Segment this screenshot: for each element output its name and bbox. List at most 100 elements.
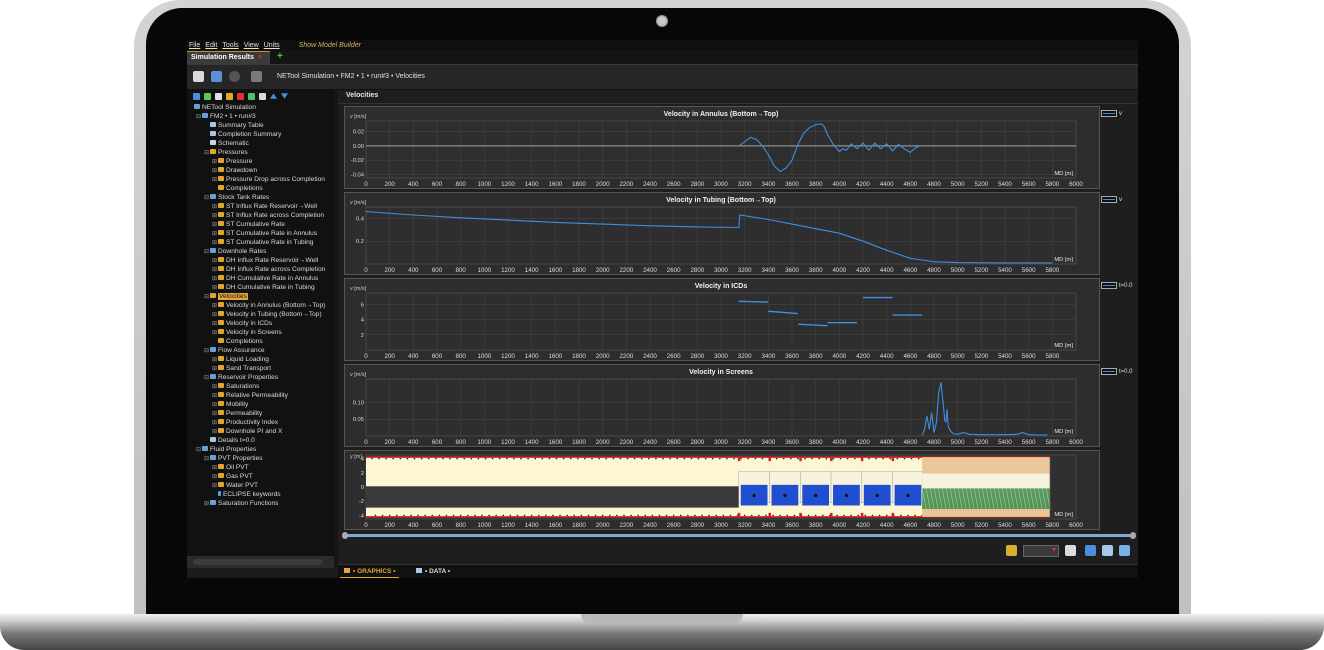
chart-screen-velocity[interactable]: Velocity in Screens v [m/s] 0 200 400 600 800 1…	[344, 364, 1100, 447]
close-icon[interactable]: ×	[258, 54, 262, 61]
tree-item[interactable]: ⊞ Velocity in Screens	[187, 328, 355, 337]
slider-end-handle[interactable]	[1130, 532, 1136, 539]
menu-file[interactable]: File	[189, 42, 200, 49]
tree-item[interactable]: NETool Simulation	[187, 103, 331, 112]
completion-schematic[interactable]: 0 200 400 600 800 1000 1200 1400 1600 1800 2000 220…	[344, 450, 1100, 530]
paste-icon[interactable]	[226, 92, 233, 100]
tree-item[interactable]: ⊞ Drawdown	[187, 166, 355, 175]
copy-icon[interactable]	[251, 71, 262, 82]
chart-mode-select[interactable]	[1023, 545, 1059, 557]
tree-item[interactable]: ⊞ Pressure Drop across Completion	[187, 175, 355, 184]
tree-item[interactable]: ⊞ Water PVT	[187, 481, 355, 490]
tree-item[interactable]: ⊞ Liquid Loading	[187, 355, 355, 364]
tree-item[interactable]: ⊞ Velocity in Annulus (Bottom→Top)	[187, 301, 355, 310]
camera-icon[interactable]	[1102, 545, 1113, 556]
x-tick-label: 3000	[714, 267, 728, 274]
import-icon[interactable]	[259, 92, 266, 100]
tree-item[interactable]: ⊞ DH Influx Rate Reservoir→Well	[187, 256, 355, 265]
x-tick-label: 5800	[1045, 522, 1059, 529]
tree-item[interactable]: ⊟ Flow Assurance	[187, 346, 347, 355]
tree-item[interactable]: ⊟ PVT Properties	[187, 454, 347, 463]
copy-chart-icon[interactable]	[1065, 545, 1076, 556]
tree-item[interactable]: Summary Table	[187, 121, 347, 130]
copy-icon[interactable]	[215, 92, 222, 100]
menu-edit[interactable]: Edit	[205, 42, 217, 49]
tree-item[interactable]: ⊞ ST Influx Rate across Completion	[187, 211, 355, 220]
tree-item[interactable]: Completion Summary	[187, 130, 347, 139]
tree-item[interactable]: ⊞ Productivity Index	[187, 418, 355, 427]
tree-item[interactable]: ⊟ Stock Tank Rates	[187, 193, 347, 202]
tab-graphics[interactable]: • GRAPHICS •	[340, 567, 400, 578]
tree-item[interactable]: Completions	[187, 184, 355, 193]
axis-range-icon[interactable]	[1006, 545, 1017, 556]
x-tick-label: 0	[364, 181, 368, 188]
tree-item[interactable]: ⊞ Permeability	[187, 409, 355, 418]
md-range-slider[interactable]	[342, 532, 1138, 539]
tree-item-label: ST Influx Rate across Completion	[226, 212, 325, 219]
print-icon[interactable]	[1119, 545, 1130, 556]
menu-view[interactable]: View	[244, 42, 259, 49]
tree-item[interactable]: ⊟ Reservoir Properties	[187, 373, 347, 382]
chart-tubing-velocity[interactable]: Velocity in Tubing (Bottom→Top) v [m/s] 0 2…	[344, 192, 1100, 275]
open-folder-icon[interactable]	[193, 71, 204, 82]
tree-item[interactable]: ⊞ Sand Transport	[187, 364, 355, 373]
tree-item[interactable]: ⊞ ST Cumulative Rate	[187, 220, 355, 229]
export-icon[interactable]	[248, 92, 255, 100]
tree-item[interactable]: ECLIPSE keywords	[187, 490, 355, 499]
tree-item[interactable]: Details t=0.0	[187, 436, 347, 445]
tree-item[interactable]: ⊟ Pressures	[187, 148, 347, 157]
tree-item[interactable]: ⊞ DH Cumulative Rate in Annulus	[187, 274, 355, 283]
move-up-icon[interactable]	[270, 93, 277, 99]
tree-item[interactable]: ⊞ ST Cumulative Rate in Tubing	[187, 238, 355, 247]
tree-item[interactable]: ⊞ Saturation Functions	[187, 499, 347, 508]
connect-icon[interactable]	[193, 92, 200, 100]
x-tick-label: 1400	[525, 353, 539, 360]
tree-item[interactable]: ⊞ Mobility	[187, 400, 355, 409]
tree-item[interactable]: ⊟ Downhole Rates	[187, 247, 347, 256]
tree-item[interactable]: ⊞ Velocity in ICDs	[187, 319, 355, 328]
add-tab-icon[interactable]: +	[277, 51, 283, 62]
chart-annulus-velocity[interactable]: Velocity in Annulus (Bottom→Top) v [m/s] 0…	[344, 106, 1100, 189]
save-icon[interactable]	[211, 71, 222, 82]
show-model-builder-link[interactable]: Show Model Builder	[299, 42, 361, 49]
x-tick-label: 5400	[998, 181, 1012, 188]
tree-item-label: Schematic	[218, 140, 249, 147]
chart-tools	[998, 542, 1138, 560]
tree-item[interactable]: ⊞ Velocity in Tubing (Bottom→Top)	[187, 310, 355, 319]
cut-icon[interactable]	[204, 92, 211, 100]
tab-data[interactable]: • DATA •	[412, 567, 454, 577]
slider-start-handle[interactable]	[342, 532, 348, 539]
tree-item[interactable]: ⊞ Pressure	[187, 157, 355, 166]
x-tick-label: 2000	[596, 522, 610, 529]
menu-tools[interactable]: Tools	[222, 42, 238, 49]
tree-item[interactable]: ⊞ ST Cumulative Rate in Annulus	[187, 229, 355, 238]
tree-item[interactable]: ⊟ Fluid Properties	[187, 445, 339, 454]
tree-item[interactable]: ⊞ DH Influx Rate across Completion	[187, 265, 355, 274]
tree-item[interactable]: Schematic	[187, 139, 347, 148]
tree-item[interactable]: ⊞ Saturations	[187, 382, 355, 391]
tree-horizontal-scrollbar[interactable]	[187, 556, 334, 568]
tree-item[interactable]: ⊞ DH Cumulative Rate in Tubing	[187, 283, 355, 292]
menu-units[interactable]: Units	[264, 42, 280, 49]
delete-icon[interactable]	[237, 92, 244, 100]
tree-item[interactable]: ⊞ Oil PVT	[187, 463, 355, 472]
refresh-icon[interactable]	[229, 71, 240, 82]
formation-dot	[782, 457, 785, 460]
move-down-icon[interactable]	[281, 93, 288, 99]
tree-item[interactable]: ⊟ Velocities	[187, 292, 347, 301]
tree-item[interactable]: ⊞ Relative Permeability	[187, 391, 355, 400]
formation-dot	[591, 457, 593, 460]
main-toolbar: NETool Simulation • FM2 • 1 • run#3 • Ve…	[187, 65, 1138, 90]
scroll-thumb[interactable]	[193, 559, 323, 565]
tree-item[interactable]: Completions	[187, 337, 355, 346]
tab-simulation-results[interactable]: Simulation Results ×	[187, 51, 270, 64]
formation-dot	[722, 514, 725, 517]
tree-item[interactable]: ⊞ Gas PVT	[187, 472, 355, 481]
chart-icd-velocity[interactable]: Velocity in ICDs v [m/s] 0 200 400 600 800 1000…	[344, 278, 1100, 361]
tree-item[interactable]: ⊟ FM2 • 1 • run#3	[187, 112, 339, 121]
formation-dot	[711, 457, 714, 460]
tree-item[interactable]: ⊞ Downhole PI and X	[187, 427, 355, 436]
export-image-icon[interactable]	[1085, 545, 1096, 556]
x-tick-label: 1600	[548, 181, 562, 188]
tree-item[interactable]: ⊞ ST Influx Rate Reservoir→Well	[187, 202, 355, 211]
